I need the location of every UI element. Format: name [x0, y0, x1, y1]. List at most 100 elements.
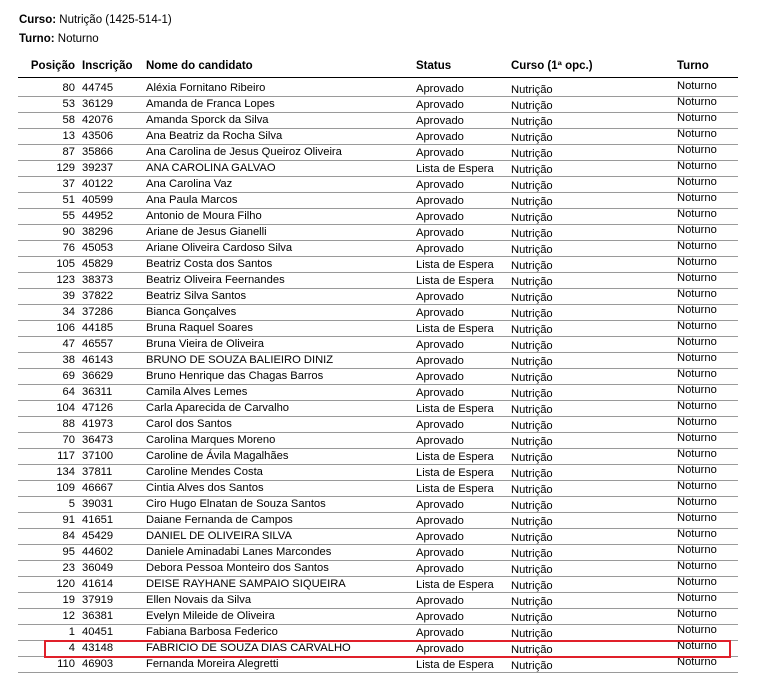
- cell-status: Aprovado: [416, 227, 464, 239]
- cell-nome: Ana Carolina de Jesus Queiroz Oliveira: [146, 146, 342, 158]
- cell-curso: Nutrição: [511, 628, 553, 640]
- cell-posicao: 34: [62, 306, 75, 318]
- cell-turno: Noturno: [677, 112, 717, 124]
- table-row: 34 37286 Bianca Gonçalves Aprovado Nutrição N…: [0, 304, 760, 321]
- cell-nome: Caroline de Ávila Magalhães: [146, 450, 289, 462]
- cell-turno: Noturno: [677, 416, 717, 428]
- table-row: 39 37822 Beatriz Silva Santos Aprovado Nutri…: [0, 288, 760, 305]
- table-row: 110 46903 Fernanda Moreira Alegretti Lista …: [0, 656, 760, 673]
- cell-turno: Noturno: [677, 80, 717, 92]
- cell-posicao: 53: [62, 98, 75, 110]
- cell-nome: Evelyn Mileide de Oliveira: [146, 610, 275, 622]
- cell-status: Lista de Espera: [416, 483, 494, 495]
- cell-status: Aprovado: [416, 147, 464, 159]
- cell-turno: Noturno: [677, 304, 717, 316]
- table-row: 95 44602 Daniele Aminadabi Lanes Marcondes…: [0, 544, 760, 561]
- cell-nome: BRUNO DE SOUZA BALIEIRO DINIZ: [146, 354, 334, 366]
- cell-status: Aprovado: [416, 387, 464, 399]
- cell-turno: Noturno: [677, 576, 717, 588]
- cell-inscricao: 40451: [82, 626, 114, 638]
- cell-turno: Noturno: [677, 400, 717, 412]
- cell-posicao: 64: [62, 386, 75, 398]
- candidate-table-body: 80 44745 Aléxia Fornitano Ribeiro Aprovado N…: [0, 80, 760, 673]
- cell-turno: Noturno: [677, 128, 717, 140]
- cell-curso: Nutrição: [511, 484, 553, 496]
- cell-status: Aprovado: [416, 99, 464, 111]
- cell-posicao: 5: [68, 498, 75, 510]
- cell-nome: Ariane Oliveira Cardoso Silva: [146, 242, 293, 254]
- table-row: 51 40599 Ana Paula Marcos Aprovado Nutrição N…: [0, 192, 760, 209]
- cell-curso: Nutrição: [511, 548, 553, 560]
- cell-inscricao: 39237: [82, 162, 114, 174]
- cell-nome: Carolina Marques Moreno: [146, 434, 276, 446]
- cell-inscricao: 41973: [82, 418, 114, 430]
- cell-posicao: 39: [62, 290, 75, 302]
- cell-curso: Nutrição: [511, 372, 553, 384]
- cell-curso: Nutrição: [511, 468, 553, 480]
- cell-nome: Bruno Henrique das Chagas Barros: [146, 370, 324, 382]
- cell-curso: Nutrição: [511, 132, 553, 144]
- cell-posicao: 58: [62, 114, 75, 126]
- cell-inscricao: 39031: [82, 498, 114, 510]
- table-row: 1 40451 Fabiana Barbosa Federico Aprovado Nu…: [0, 624, 760, 641]
- cell-curso: Nutrição: [511, 100, 553, 112]
- cell-nome: Amanda Sporck da Silva: [146, 114, 269, 126]
- cell-status: Aprovado: [416, 179, 464, 191]
- cell-inscricao: 37822: [82, 290, 114, 302]
- cell-status: Aprovado: [416, 291, 464, 303]
- cell-posicao: 80: [62, 82, 75, 94]
- cell-posicao: 117: [57, 450, 75, 462]
- cell-nome: Ana Paula Marcos: [146, 194, 238, 206]
- cell-curso: Nutrição: [511, 660, 553, 672]
- cell-status: Aprovado: [416, 371, 464, 383]
- cell-status: Lista de Espera: [416, 259, 494, 271]
- cell-nome: FABRICIO DE SOUZA DIAS CARVALHO: [146, 642, 351, 654]
- cell-nome: Carol dos Santos: [146, 418, 232, 430]
- cell-inscricao: 46557: [82, 338, 114, 350]
- cell-posicao: 91: [62, 514, 75, 526]
- cell-turno: Noturno: [677, 368, 717, 380]
- table-row: 90 38296 Ariane de Jesus Gianelli Aprovado N…: [0, 224, 760, 241]
- cell-posicao: 38: [62, 354, 75, 366]
- table-row: 104 47126 Carla Aparecida de Carvalho Lista…: [0, 400, 760, 417]
- cell-nome: Amanda de Franca Lopes: [146, 98, 275, 110]
- cell-curso: Nutrição: [511, 276, 553, 288]
- cell-posicao: 88: [62, 418, 75, 430]
- cell-curso: Nutrição: [511, 420, 553, 432]
- cell-inscricao: 44745: [82, 82, 114, 94]
- cell-posicao: 37: [62, 178, 75, 190]
- cell-curso: Nutrição: [511, 244, 553, 256]
- cell-curso: Nutrição: [511, 340, 553, 352]
- cell-posicao: 1: [68, 626, 75, 638]
- table-row: 37 40122 Ana Carolina Vaz Aprovado Nutrição N…: [0, 176, 760, 193]
- cell-inscricao: 35866: [82, 146, 114, 158]
- cell-status: Aprovado: [416, 355, 464, 367]
- cell-status: Aprovado: [416, 515, 464, 527]
- cell-status: Lista de Espera: [416, 163, 494, 175]
- cell-inscricao: 37286: [82, 306, 114, 318]
- cell-curso: Nutrição: [511, 84, 553, 96]
- cell-nome: Camila Alves Lemes: [146, 386, 248, 398]
- cell-curso: Nutrição: [511, 404, 553, 416]
- cell-posicao: 120: [56, 578, 75, 590]
- cell-status: Aprovado: [416, 643, 464, 655]
- cell-turno: Noturno: [677, 624, 717, 636]
- table-row: 76 45053 Ariane Oliveira Cardoso Silva Apro…: [0, 240, 760, 257]
- cell-status: Aprovado: [416, 243, 464, 255]
- table-row: 58 42076 Amanda Sporck da Silva Aprovado Nut…: [0, 112, 760, 129]
- cell-nome: Ariane de Jesus Gianelli: [146, 226, 267, 238]
- cell-inscricao: 37100: [82, 450, 114, 462]
- cell-turno: Noturno: [677, 96, 717, 108]
- cell-posicao: 51: [62, 194, 75, 206]
- cell-posicao: 90: [62, 226, 75, 238]
- cell-status: Lista de Espera: [416, 403, 494, 415]
- cell-nome: Debora Pessoa Monteiro dos Santos: [146, 562, 329, 574]
- cell-curso: Nutrição: [511, 308, 553, 320]
- cell-status: Aprovado: [416, 115, 464, 127]
- cell-status: Aprovado: [416, 339, 464, 351]
- cell-posicao: 70: [62, 434, 75, 446]
- table-row: 23 36049 Debora Pessoa Monteiro dos Santos…: [0, 560, 760, 577]
- cell-posicao: 19: [62, 594, 75, 606]
- cell-curso: Nutrição: [511, 532, 553, 544]
- cell-inscricao: 37811: [82, 466, 113, 478]
